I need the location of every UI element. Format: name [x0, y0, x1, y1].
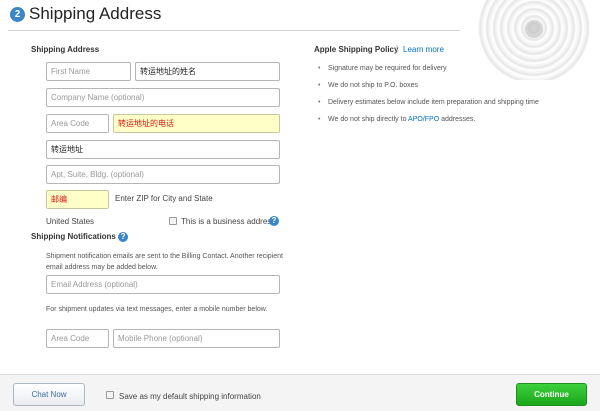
company-name-field[interactable] — [46, 88, 280, 107]
policy-item-suffix: addresses. — [439, 116, 476, 123]
street-address-field[interactable] — [46, 140, 280, 159]
mobile-phone-field[interactable] — [113, 329, 280, 348]
learn-more-link[interactable]: Learn more — [403, 45, 444, 54]
country-text: United States — [46, 217, 95, 226]
shipping-address-label: Shipping Address — [31, 45, 100, 54]
policy-item: Delivery estimates below include item pr… — [318, 98, 539, 115]
area-code-field[interactable] — [46, 114, 109, 133]
business-address-checkbox[interactable] — [169, 217, 177, 225]
first-name-field[interactable] — [46, 62, 131, 81]
policy-list: Signature may be required for delivery W… — [318, 64, 539, 132]
zip-code-field[interactable] — [46, 190, 109, 209]
policy-title: Apple Shipping Policy — [314, 45, 399, 54]
policy-item: We do not ship directly to APO/FPO addre… — [318, 115, 539, 132]
policy-item-prefix: We do not ship directly to — [328, 116, 409, 123]
default-shipping-checkbox[interactable] — [106, 391, 114, 399]
phone-number-field[interactable] — [113, 114, 280, 133]
policy-item: We do not ship to P.O. boxes — [318, 81, 539, 98]
help-icon[interactable]: ? — [118, 232, 129, 242]
chat-now-button[interactable]: Chat Now — [13, 383, 85, 406]
step-number-icon: 2 — [10, 7, 25, 22]
footer-bar: Chat Now Save as my default shipping inf… — [0, 374, 600, 411]
shipping-notifications-label: Shipping Notifications ? — [31, 232, 129, 242]
sms-area-code-field[interactable] — [46, 329, 109, 348]
apt-suite-field[interactable] — [46, 165, 280, 184]
business-address-label: This is a business address — [181, 217, 276, 226]
header-divider — [8, 30, 460, 31]
policy-item: Signature may be required for delivery — [318, 64, 539, 81]
continue-button[interactable]: Continue — [516, 383, 587, 406]
email-address-field[interactable] — [46, 275, 280, 294]
help-icon[interactable]: ? — [269, 216, 279, 226]
policy-separator: | — [396, 44, 399, 53]
apo-fpo-link[interactable]: APO/FPO — [408, 116, 439, 123]
shipping-notifications-text: Shipping Notifications — [31, 232, 116, 242]
last-name-field[interactable] — [135, 62, 280, 81]
default-shipping-label: Save as my default shipping information — [119, 392, 261, 401]
email-note: Shipment notification emails are sent to… — [46, 253, 283, 271]
swirl-core — [525, 20, 543, 38]
sms-note: For shipment updates via text messages, … — [46, 306, 268, 313]
zip-hint-text: Enter ZIP for City and State — [115, 194, 213, 203]
page-title: Shipping Address — [29, 4, 162, 23]
